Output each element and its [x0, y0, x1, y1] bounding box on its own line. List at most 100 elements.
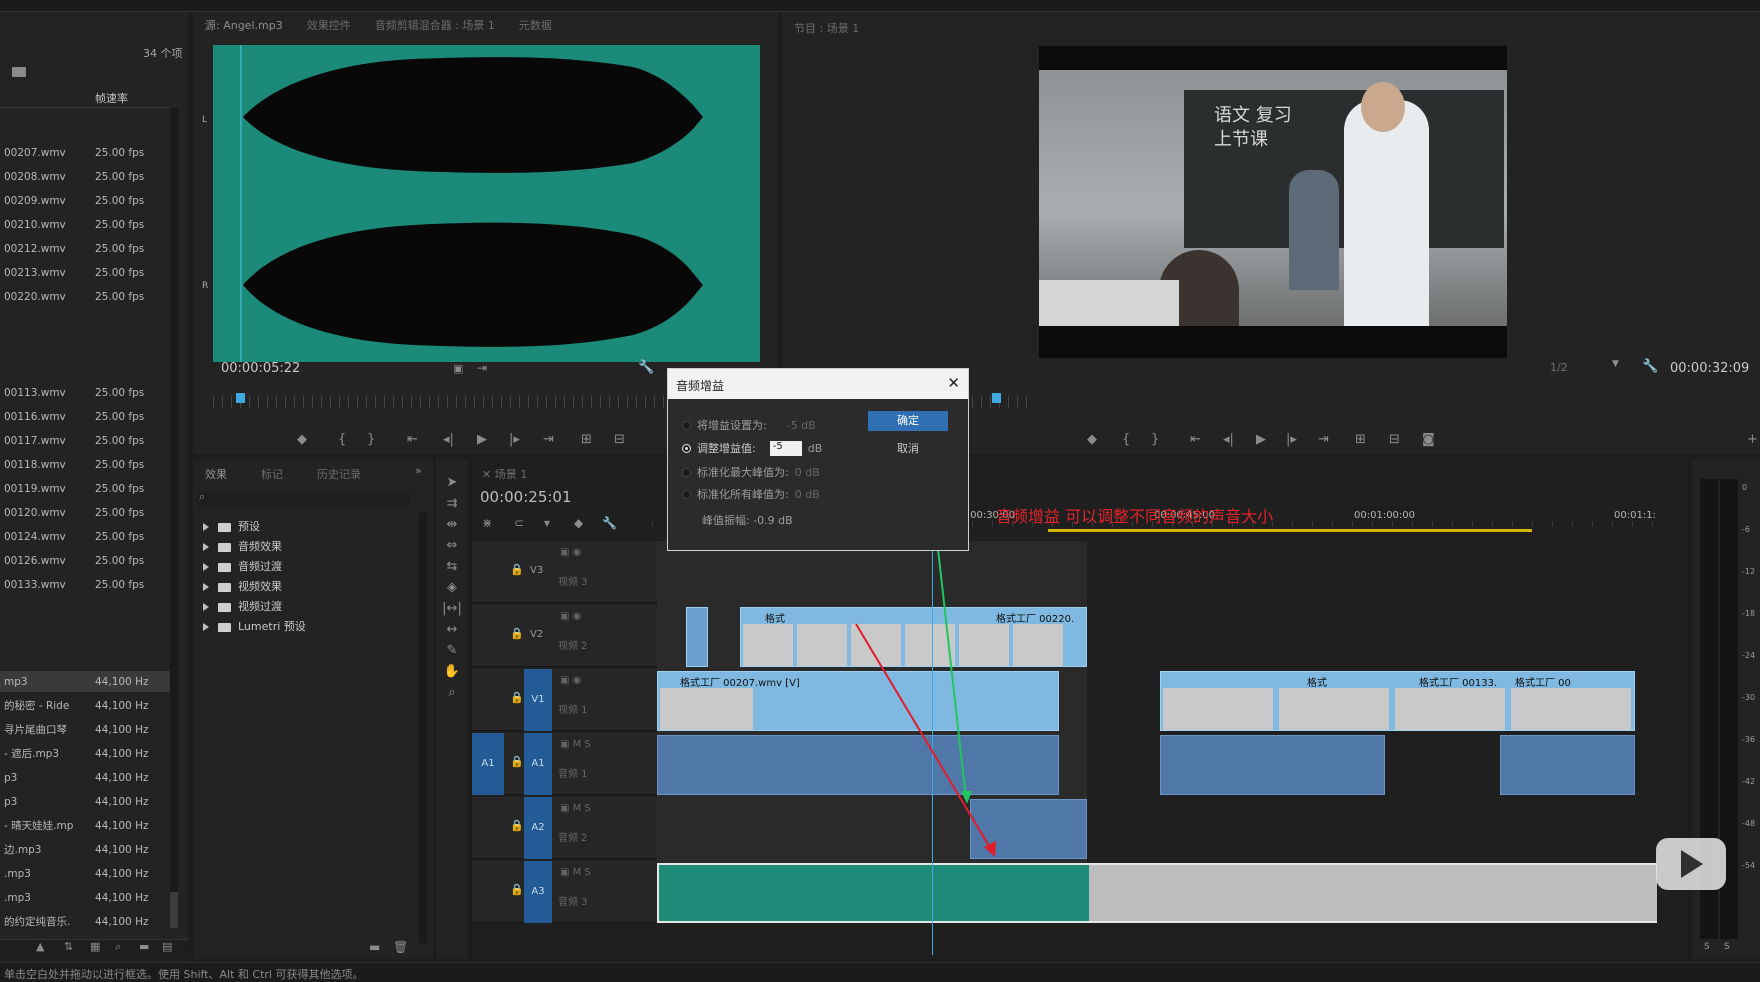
close-icon[interactable]: ✕	[947, 374, 960, 392]
list-item[interactable]: 00113.wmv 25.00 fps	[0, 382, 170, 403]
mark-in-icon[interactable]: {	[1122, 432, 1130, 447]
mark-out-icon[interactable]: }	[1151, 432, 1159, 447]
list-item[interactable]: 00207.wmv 25.00 fps	[0, 142, 170, 163]
column-header-framerate[interactable]: 帧速率	[95, 90, 128, 106]
track-select-tool-icon[interactable]: ⇉	[442, 496, 462, 514]
list-item[interactable]: - 遮后.mp3 44,100 Hz	[0, 743, 170, 764]
list-item[interactable]: 00124.wmv 25.00 fps	[0, 526, 170, 547]
step-back-icon[interactable]: ◂|	[443, 432, 454, 447]
step-back-icon[interactable]: ◂|	[1223, 432, 1234, 447]
adjust-gain-input[interactable]: -5	[769, 440, 802, 456]
tree-item-lumetri-presets[interactable]: Lumetri 预设	[203, 618, 306, 634]
list-item[interactable]: .mp3 44,100 Hz	[0, 863, 170, 884]
zoom-slider-icon[interactable]: ▲	[36, 940, 44, 953]
project-scrollbar[interactable]	[170, 108, 178, 928]
list-item[interactable]: 00209.wmv 25.00 fps	[0, 190, 170, 211]
slide-tool-icon[interactable]: ↔	[442, 622, 462, 640]
go-to-in-icon[interactable]: ⇤	[1190, 432, 1201, 447]
rate-stretch-tool-icon[interactable]: ⇆	[442, 559, 462, 577]
source-playhead-marker[interactable]	[236, 393, 245, 403]
tree-item-video-effects[interactable]: 视频效果	[203, 578, 282, 594]
list-item[interactable]: p3 44,100 Hz	[0, 791, 170, 812]
radio-normalize-max[interactable]	[682, 467, 691, 477]
cancel-button[interactable]: 取消	[868, 439, 948, 459]
lift-icon[interactable]: ⊞	[1355, 432, 1366, 447]
list-item[interactable]: mp3 44,100 Hz	[0, 671, 170, 692]
list-item[interactable]: 00213.wmv 25.00 fps	[0, 262, 170, 283]
new-bin-icon[interactable]: ▬	[139, 940, 149, 953]
list-item[interactable]: 寻片尾曲口琴 44,100 Hz	[0, 719, 170, 740]
sort-icon[interactable]: ⇅	[64, 940, 73, 953]
zoom-tool-icon[interactable]: ⌕	[442, 685, 462, 703]
go-to-out-icon[interactable]: ⇥	[1318, 432, 1329, 447]
zoom-chevron-down-icon[interactable]: ▼	[1612, 359, 1619, 369]
drag-audio-icon[interactable]: ⇥	[477, 361, 487, 375]
mark-in-icon[interactable]: {	[338, 432, 346, 447]
wrench-icon[interactable]: 🔧	[638, 360, 654, 375]
go-to-in-icon[interactable]: ⇤	[407, 432, 418, 447]
program-playhead-marker[interactable]	[992, 393, 1001, 403]
tree-item-presets[interactable]: 预设	[203, 518, 260, 534]
tab-program[interactable]: 节目 : 场景 1	[794, 20, 859, 36]
new-item-icon[interactable]: ▤	[162, 940, 172, 953]
tab-markers[interactable]: 标记	[261, 466, 283, 482]
list-item[interactable]: - 晴天娃娃.mp 44,100 Hz	[0, 815, 170, 836]
scrollbar-thumb[interactable]	[170, 892, 178, 928]
insert-icon[interactable]: ▣	[453, 362, 463, 375]
extract-icon[interactable]: ⊟	[1389, 432, 1400, 447]
list-item[interactable]: 00118.wmv 25.00 fps	[0, 454, 170, 475]
play-icon[interactable]: ▶	[477, 432, 487, 447]
waveform-display[interactable]: L R	[202, 45, 760, 362]
expand-icon[interactable]	[203, 603, 209, 611]
radio-normalize-all[interactable]	[682, 489, 691, 499]
radio-set-gain[interactable]	[682, 420, 691, 430]
ripple-edit-tool-icon[interactable]: ⇹	[442, 517, 462, 535]
slip-tool-icon[interactable]: |↔|	[442, 601, 462, 619]
list-item[interactable]: .mp3 44,100 Hz	[0, 887, 170, 908]
tab-effect-controls[interactable]: 效果控件	[307, 17, 351, 33]
effects-scrollbar[interactable]	[419, 513, 427, 943]
mark-out-icon[interactable]: }	[367, 432, 375, 447]
source-timecode[interactable]: 00:00:05:22	[221, 361, 300, 376]
list-item[interactable]: 00119.wmv 25.00 fps	[0, 478, 170, 499]
tree-item-video-transitions[interactable]: 视频过渡	[203, 598, 282, 614]
list-item[interactable]: 00117.wmv 25.00 fps	[0, 430, 170, 451]
list-item[interactable]: 00133.wmv 25.00 fps	[0, 574, 170, 595]
program-video-frame[interactable]: 语文 复习上节课	[1039, 46, 1507, 358]
list-item[interactable]: 00120.wmv 25.00 fps	[0, 502, 170, 523]
effects-search-input[interactable]	[197, 491, 409, 507]
expand-icon[interactable]	[203, 523, 209, 531]
folder-icon[interactable]	[12, 67, 26, 77]
marker-icon[interactable]: ◆	[297, 432, 307, 447]
tree-item-audio-effects[interactable]: 音频效果	[203, 538, 282, 554]
list-item[interactable]: 00210.wmv 25.00 fps	[0, 214, 170, 235]
delete-icon[interactable]: 🗑	[393, 940, 408, 954]
list-item[interactable]: 的秘密 - Ride 44,100 Hz	[0, 695, 170, 716]
marker-icon[interactable]: ◆	[1087, 432, 1097, 447]
list-item[interactable]: 的约定纯音乐. 44,100 Hz	[0, 911, 170, 932]
selection-tool-icon[interactable]: ➤	[442, 475, 462, 493]
hand-tool-icon[interactable]: ✋	[442, 664, 462, 682]
solo-right-button[interactable]: S	[1724, 942, 1730, 952]
camera-icon[interactable]: ◙	[1422, 432, 1435, 447]
solo-left-button[interactable]: S	[1704, 942, 1710, 952]
program-timecode[interactable]: 00:00:32:09	[1670, 361, 1749, 376]
step-forward-icon[interactable]: |▸	[509, 432, 520, 447]
tree-item-audio-transitions[interactable]: 音频过渡	[203, 558, 282, 574]
program-ruler[interactable]	[972, 396, 1032, 408]
add-button-icon[interactable]: +	[1747, 432, 1758, 447]
rolling-edit-tool-icon[interactable]: ⇔	[442, 538, 462, 556]
tab-metadata[interactable]: 元数据	[519, 17, 552, 33]
list-item[interactable]: 边.mp3 44,100 Hz	[0, 839, 170, 860]
list-item[interactable]: p3 44,100 Hz	[0, 767, 170, 788]
list-item[interactable]: 00212.wmv 25.00 fps	[0, 238, 170, 259]
expand-icon[interactable]	[203, 583, 209, 591]
tab-source[interactable]: 源: Angel.mp3	[205, 17, 283, 33]
option-normalize-max[interactable]: 标准化最大峰值为: 0 dB	[682, 464, 820, 480]
radio-adjust-gain[interactable]	[682, 443, 691, 453]
list-item[interactable]: 00126.wmv 25.00 fps	[0, 550, 170, 571]
automate-icon[interactable]: ▦	[90, 940, 100, 953]
overwrite-button-icon[interactable]: ⊟	[614, 432, 625, 447]
list-item[interactable]: 00220.wmv 25.00 fps	[0, 286, 170, 307]
option-normalize-all[interactable]: 标准化所有峰值为: 0 dB	[682, 486, 820, 502]
